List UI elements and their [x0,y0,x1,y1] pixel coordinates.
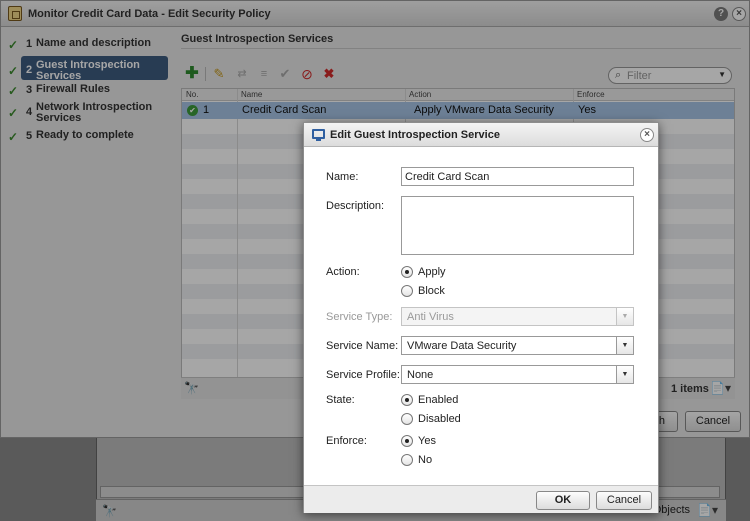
name-field[interactable] [401,167,634,186]
radio-label: Apply [418,266,446,278]
dialog-title: Edit Guest Introspection Service [330,129,500,141]
chevron-down-icon: ▼ [616,308,633,325]
service-profile-value: None [407,369,434,381]
radio-dot [401,454,413,466]
action-label: Action: [326,266,360,278]
chevron-down-icon[interactable]: ▼ [616,337,633,354]
radio-dot [401,413,413,425]
radio-label: No [418,454,433,466]
service-name-select[interactable]: VMware Data Security ▼ [401,336,634,355]
chevron-down-icon[interactable]: ▼ [616,366,633,383]
edit-service-dialog: Edit Guest Introspection Service × Name:… [303,122,659,513]
service-type-label: Service Type: [326,311,393,323]
dialog-title-bar: Edit Guest Introspection Service × [304,123,658,147]
dialog-footer: OK Cancel [304,485,658,513]
service-type-value: Anti Virus [407,311,454,323]
vm-icon [312,129,325,141]
service-profile-select[interactable]: None ▼ [401,365,634,384]
description-field[interactable] [401,196,634,255]
ok-button[interactable]: OK [536,491,590,510]
enforce-label: Enforce: [326,435,367,447]
dialog-body: Name: Description: Action: Apply Block S… [304,147,658,485]
service-profile-label: Service Profile: [326,369,400,381]
cancel-button[interactable]: Cancel [596,491,652,510]
radio-label: Disabled [418,413,461,425]
radio-dot [401,266,413,278]
name-label: Name: [326,171,359,183]
radio-dot [401,435,413,447]
service-name-label: Service Name: [326,340,399,352]
radio-label: Enabled [418,394,459,406]
state-label: State: [326,394,355,406]
service-name-value: VMware Data Security [407,340,517,352]
description-label: Description: [326,200,385,212]
radio-label: Yes [418,435,436,447]
radio-dot [401,394,413,406]
radio-label: Block [418,285,445,297]
service-type-select: Anti Virus ▼ [401,307,634,326]
close-icon[interactable]: × [640,128,654,142]
radio-dot [401,285,413,297]
